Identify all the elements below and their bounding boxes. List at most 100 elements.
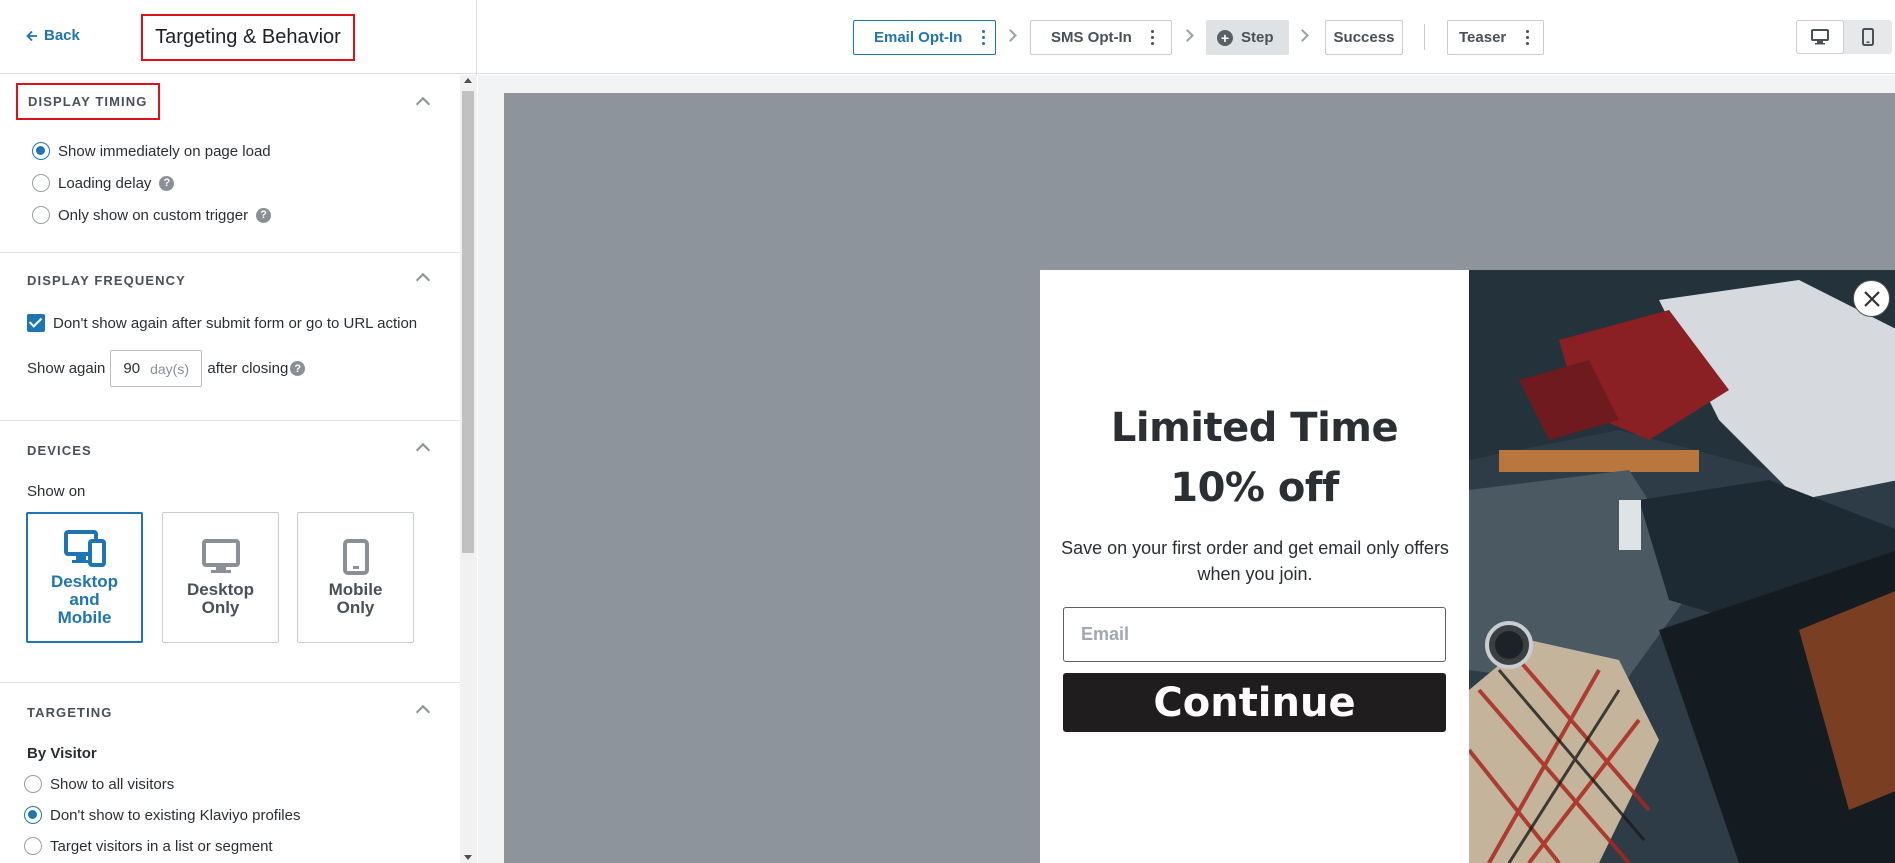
scroll-up-icon[interactable] <box>464 78 472 83</box>
help-icon[interactable]: ? <box>290 361 306 376</box>
device-card-label: Desktop Only <box>186 579 255 617</box>
timing-option-label: Show immediately on page load <box>58 142 271 160</box>
continue-button[interactable]: Continue <box>1063 673 1446 732</box>
radio-immediate[interactable] <box>32 142 50 160</box>
radio-exclude-profiles[interactable] <box>24 806 42 824</box>
back-label: Back <box>44 27 80 44</box>
close-icon <box>1863 290 1880 307</box>
target-option-list-segment[interactable]: Target visitors in a list or segment <box>24 837 273 855</box>
sidebar-scrollbar[interactable] <box>460 75 477 863</box>
target-option-exclude-profiles[interactable]: Don't show to existing Klaviyo profiles <box>24 806 300 824</box>
mobile-icon <box>1862 28 1874 46</box>
collapse-display-timing-icon[interactable] <box>415 96 431 112</box>
target-option-label: Target visitors in a list or segment <box>50 837 273 855</box>
show-on-label: Show on <box>27 483 86 500</box>
radio-all-visitors[interactable] <box>24 775 42 793</box>
sidebar-header: Back Targeting & Behavior <box>0 0 477 74</box>
radio-delay[interactable] <box>32 174 50 192</box>
timing-option-label: Only show on custom trigger <box>58 206 249 224</box>
scroll-down-icon[interactable] <box>464 855 472 860</box>
step-label: Success <box>1333 29 1395 46</box>
editor-canvas: Limited Time 10% off Save on your first … <box>478 75 1895 863</box>
page-title: Targeting & Behavior <box>141 14 355 61</box>
step-sms-opt-in[interactable]: SMS Opt-In <box>1030 20 1172 55</box>
devices-section: DEVICES Show on Desktop and Mobile Deskt… <box>0 421 460 683</box>
step-label: SMS Opt-In <box>1051 29 1132 46</box>
timing-option-delay[interactable]: Loading delay ? <box>32 174 175 192</box>
close-popup-button[interactable] <box>1853 280 1890 317</box>
target-option-all[interactable]: Show to all visitors <box>24 775 174 793</box>
desktop-view-button[interactable] <box>1796 20 1844 54</box>
chevron-right-icon <box>1181 29 1194 42</box>
device-card-label: Desktop and Mobile <box>50 571 119 627</box>
arrow-left-icon <box>26 30 37 41</box>
device-card-mobile[interactable]: Mobile Only <box>297 512 414 643</box>
view-mode-toggle <box>1796 20 1892 54</box>
clothing-flatlay-image <box>1469 270 1895 863</box>
targeting-heading: TARGETING <box>27 705 113 720</box>
scrollbar-thumb[interactable] <box>462 91 474 553</box>
email-input[interactable]: Email <box>1063 607 1446 662</box>
more-options-icon[interactable] <box>972 21 994 54</box>
display-timing-heading: DISPLAY TIMING <box>16 83 160 120</box>
more-options-icon[interactable] <box>1516 21 1538 54</box>
sidebar-scroll-area: DISPLAY TIMING Show immediately on page … <box>0 75 460 863</box>
dont-show-again-row[interactable]: Don't show again after submit form or go… <box>27 314 417 332</box>
by-visitor-label: By Visitor <box>27 745 97 762</box>
device-card-label: Mobile Only <box>328 579 383 617</box>
help-icon[interactable]: ? <box>159 175 175 191</box>
chevron-right-icon <box>1004 29 1017 42</box>
step-teaser[interactable]: Teaser <box>1447 20 1544 55</box>
desktop-icon <box>201 538 240 573</box>
device-card-desktop-mobile[interactable]: Desktop and Mobile <box>26 512 143 643</box>
chevron-right-icon <box>1296 29 1309 42</box>
step-success[interactable]: Success <box>1325 20 1403 55</box>
device-card-desktop[interactable]: Desktop Only <box>162 512 279 643</box>
product-photo <box>1469 270 1895 863</box>
popup-title-line2: 10% off <box>1170 465 1339 511</box>
popup-subtitle: Save on your first order and get email o… <box>1061 538 1449 584</box>
step-email-opt-in[interactable]: Email Opt-In <box>853 20 996 55</box>
plus-circle-icon: + <box>1217 29 1233 46</box>
popup-title-line1: Limited Time <box>1110 405 1399 451</box>
mobile-icon <box>342 538 369 575</box>
targeting-section: TARGETING By Visitor Show to all visitor… <box>0 683 460 863</box>
collapse-targeting-icon[interactable] <box>415 704 431 720</box>
step-label: Teaser <box>1459 29 1507 46</box>
step-label: Step <box>1241 29 1274 46</box>
target-option-label: Don't show to existing Klaviyo profiles <box>50 806 301 824</box>
timing-option-label: Loading delay <box>58 174 152 192</box>
display-frequency-section: DISPLAY FREQUENCY Don't show again after… <box>0 253 460 421</box>
radio-list-segment[interactable] <box>24 837 42 855</box>
settings-sidebar: Back Targeting & Behavior DISPLAY TIMING… <box>0 0 477 863</box>
dont-show-again-checkbox[interactable] <box>27 314 45 332</box>
timing-option-custom-trigger[interactable]: Only show on custom trigger ? <box>32 206 272 224</box>
step-label: Email Opt-In <box>874 29 963 46</box>
dont-show-again-label: Don't show again after submit form or go… <box>53 314 418 332</box>
timing-option-immediate[interactable]: Show immediately on page load <box>32 142 271 160</box>
site-preview-background: Limited Time 10% off Save on your first … <box>504 93 1895 863</box>
days-input[interactable]: 90 day(s) <box>110 350 203 387</box>
show-again-row: Show again 90 day(s) after closing ? <box>27 350 306 387</box>
step-navigation-bar: Email Opt-In SMS Opt-In + Step Success T… <box>478 0 1895 74</box>
display-timing-section: DISPLAY TIMING Show immediately on page … <box>0 75 460 253</box>
display-frequency-heading: DISPLAY FREQUENCY <box>27 273 186 288</box>
radio-custom-trigger[interactable] <box>32 206 50 224</box>
desktop-mobile-icon <box>63 529 106 567</box>
divider <box>1424 24 1425 50</box>
devices-heading: DEVICES <box>27 443 92 458</box>
show-again-prefix: Show again <box>27 360 106 377</box>
popup-content: Limited Time 10% off Save on your first … <box>1040 270 1469 863</box>
signup-popup[interactable]: Limited Time 10% off Save on your first … <box>1040 270 1895 863</box>
mobile-view-button[interactable] <box>1844 20 1892 54</box>
collapse-display-frequency-icon[interactable] <box>415 272 431 288</box>
show-again-suffix: after closing <box>207 360 289 377</box>
help-icon[interactable]: ? <box>256 207 272 223</box>
target-option-label: Show to all visitors <box>50 775 175 793</box>
add-step-button[interactable]: + Step <box>1206 20 1289 55</box>
days-unit: day(s) <box>150 360 189 377</box>
more-options-icon[interactable] <box>1142 21 1164 54</box>
days-value: 90 <box>123 360 141 377</box>
collapse-devices-icon[interactable] <box>415 442 431 458</box>
back-button[interactable]: Back <box>26 27 80 44</box>
